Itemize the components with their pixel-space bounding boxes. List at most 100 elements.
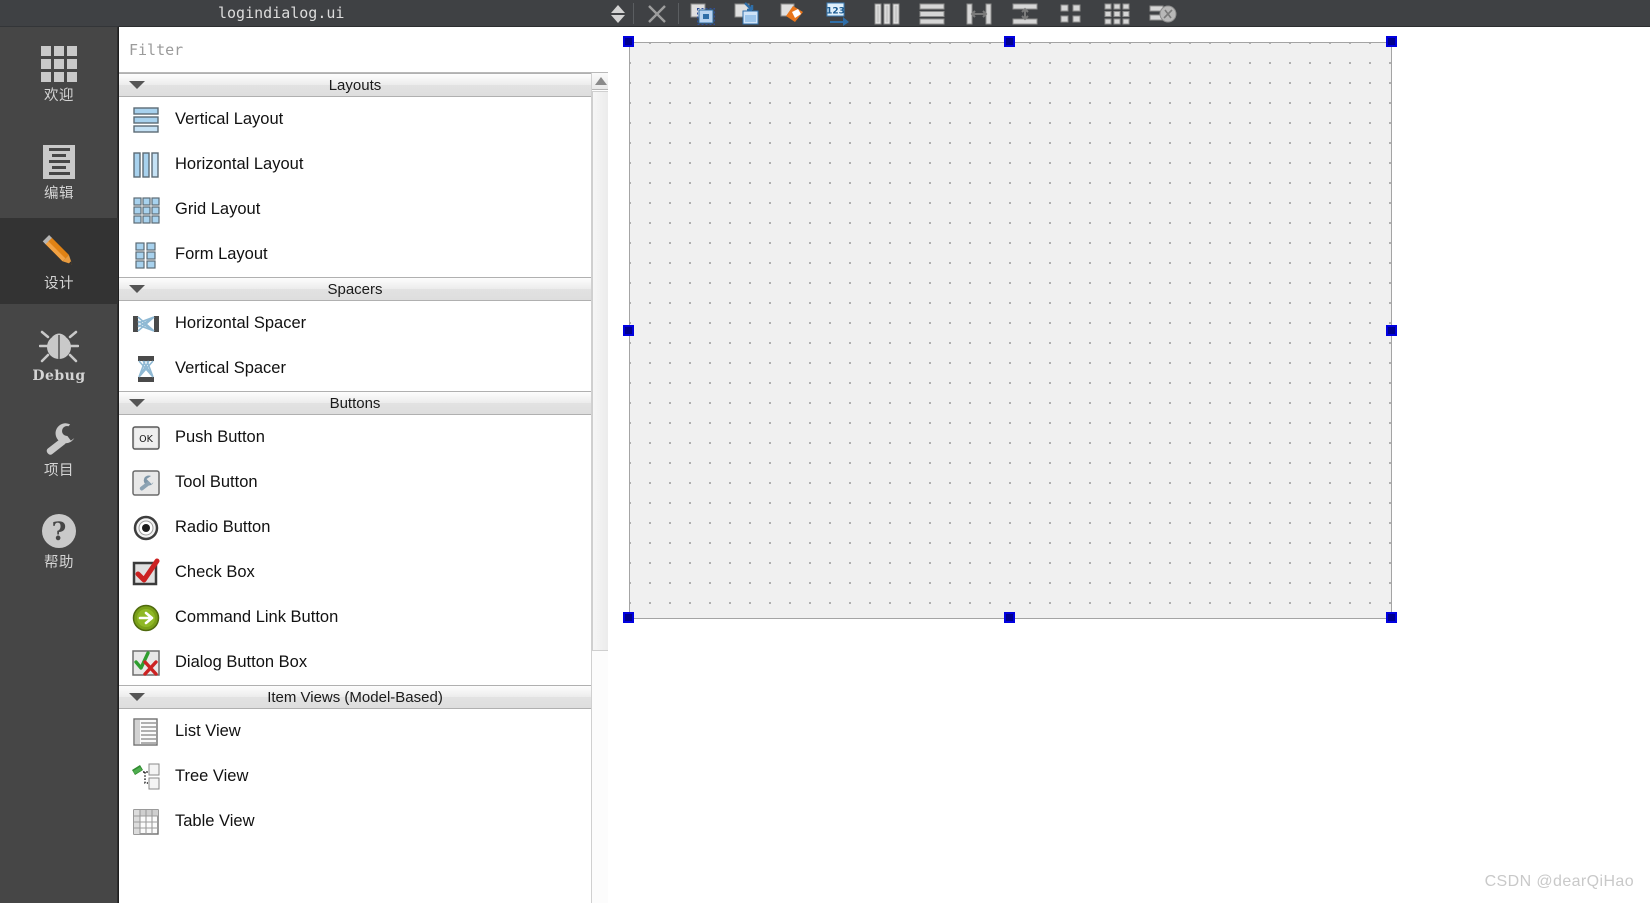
widget-item-vertical-layout[interactable]: Vertical Layout <box>119 97 591 142</box>
table-view-icon <box>129 805 163 839</box>
sidebar-label-edit: 编辑 <box>44 185 74 202</box>
sidebar-item-design[interactable]: 设计 <box>0 218 118 304</box>
widget-item-label: Table View <box>175 812 255 830</box>
sidebar-item-welcome[interactable]: 欢迎 <box>0 30 118 115</box>
form-layout-icon <box>129 238 163 272</box>
grid-apps-icon <box>37 42 81 86</box>
layout-horizontally-icon[interactable] <box>868 0 906 27</box>
widget-item-grid-layout[interactable]: Grid Layout <box>119 187 591 232</box>
widget-item-horizontal-layout[interactable]: Horizontal Layout <box>119 142 591 187</box>
question-circle-icon: ? <box>37 509 81 553</box>
sidebar-item-projects[interactable]: 项目 <box>0 405 118 490</box>
bug-icon <box>37 322 81 366</box>
pencil-icon <box>37 230 81 274</box>
mode-bar-top-spacer <box>0 0 118 27</box>
widget-item-radio-button[interactable]: Radio Button <box>119 505 591 550</box>
widget-category-spacers[interactable]: Spacers <box>119 277 591 301</box>
layout-horizontal-splitter-icon[interactable] <box>960 0 998 27</box>
selection-handle-bottom-right[interactable] <box>1386 612 1397 623</box>
layout-vertically-icon[interactable] <box>913 0 951 27</box>
sidebar-item-debug[interactable]: Debug <box>0 310 118 395</box>
widget-category-buttons[interactable]: Buttons <box>119 391 591 415</box>
sidebar-label-welcome: 欢迎 <box>44 87 74 104</box>
chevron-up-icon <box>594 77 607 85</box>
edit-buddies-icon[interactable] <box>774 0 812 27</box>
check-box-icon <box>129 556 163 590</box>
widget-item-tree-view[interactable]: Tree View <box>119 754 591 799</box>
tree-view-icon <box>129 760 163 794</box>
widget-item-push-button[interactable]: OK Push Button <box>119 415 591 460</box>
selection-handle-middle-left[interactable] <box>623 325 634 336</box>
layout-grid-icon[interactable] <box>1098 0 1136 27</box>
widget-item-label: Form Layout <box>175 245 268 263</box>
widget-item-label: Grid Layout <box>175 200 261 218</box>
widget-item-table-view[interactable]: Table View <box>119 799 591 844</box>
widget-box-scrollbar[interactable] <box>591 73 609 903</box>
mode-selector-sidebar: 欢迎 编辑 设计 Debug 项目 ? 帮助 <box>0 0 118 903</box>
widget-item-command-link-button[interactable]: Command Link Button <box>119 595 591 640</box>
command-link-button-icon <box>129 601 163 635</box>
vertical-spacer-icon <box>129 352 163 386</box>
radio-button-icon <box>129 511 163 545</box>
widget-item-list-view[interactable]: List View <box>119 709 591 754</box>
widget-item-label: Push Button <box>175 428 265 446</box>
toolbar-separator-2 <box>678 3 679 24</box>
push-button-icon: OK <box>129 421 163 455</box>
document-lines-icon <box>37 140 81 184</box>
sidebar-item-help[interactable]: ? 帮助 <box>0 497 118 582</box>
form-editor-canvas[interactable] <box>608 27 1650 903</box>
widget-item-label: Horizontal Spacer <box>175 314 307 332</box>
sidebar-label-help: 帮助 <box>44 554 74 571</box>
widget-category-item-views[interactable]: Item Views (Model-Based) <box>119 685 591 709</box>
toolbar-separator-1 <box>633 3 634 24</box>
edit-tab-order-icon[interactable]: 123 <box>820 0 858 27</box>
spinner-up-arrow-icon <box>611 5 625 13</box>
widget-item-horizontal-spacer[interactable]: Horizontal Spacer <box>119 301 591 346</box>
widget-box-scroll-area: Layouts Vertical Layout Horizontal Layou… <box>119 73 609 903</box>
svg-text:?: ? <box>52 517 67 546</box>
selection-handle-top-center[interactable] <box>1004 36 1015 47</box>
search-input[interactable] <box>119 39 591 60</box>
form-widget[interactable] <box>629 42 1392 619</box>
widget-item-tool-button[interactable]: Tool Button <box>119 460 591 505</box>
widget-box-list: Layouts Vertical Layout Horizontal Layou… <box>119 73 591 844</box>
scrollbar-track[interactable] <box>592 91 609 903</box>
spinner-down-arrow-icon <box>611 15 625 23</box>
selection-handle-bottom-left[interactable] <box>623 612 634 623</box>
document-navigation-spinner[interactable] <box>608 2 628 26</box>
widget-category-label: Item Views (Model-Based) <box>267 688 443 706</box>
selection-handle-bottom-center[interactable] <box>1004 612 1015 623</box>
document-title: logindialog.ui <box>218 4 345 22</box>
widget-item-vertical-spacer[interactable]: Vertical Spacer <box>119 346 591 391</box>
widget-item-label: Command Link Button <box>175 608 339 626</box>
widget-item-label: Vertical Spacer <box>175 359 286 377</box>
close-icon <box>648 4 666 23</box>
scrollbar-up-button[interactable] <box>592 73 609 90</box>
break-layout-icon[interactable] <box>1144 0 1182 27</box>
edit-signals-slots-icon[interactable] <box>728 0 766 27</box>
selection-handle-top-left[interactable] <box>623 36 634 47</box>
layout-form-icon[interactable] <box>1052 0 1090 27</box>
layout-vertical-splitter-icon[interactable] <box>1006 0 1044 27</box>
widget-category-layouts[interactable]: Layouts <box>119 73 591 97</box>
selection-handle-middle-right[interactable] <box>1386 325 1397 336</box>
sidebar-item-edit[interactable]: 编辑 <box>0 128 118 213</box>
widget-item-check-box[interactable]: Check Box <box>119 550 591 595</box>
widget-item-dialog-button-box[interactable]: Dialog Button Box <box>119 640 591 685</box>
widget-item-label: Radio Button <box>175 518 271 536</box>
close-document-button[interactable] <box>640 0 674 27</box>
wrench-icon <box>37 417 81 461</box>
widget-item-label: List View <box>175 722 241 740</box>
horizontal-layout-icon <box>129 148 163 182</box>
widget-item-label: Tree View <box>175 767 249 785</box>
svg-text:OK: OK <box>139 434 153 445</box>
widget-category-label: Layouts <box>328 76 382 94</box>
vertical-layout-icon <box>129 103 163 137</box>
chevron-down-icon <box>129 693 145 701</box>
widget-item-form-layout[interactable]: Form Layout <box>119 232 591 277</box>
scrollbar-thumb[interactable] <box>592 91 609 651</box>
tool-button-icon <box>129 466 163 500</box>
edit-widgets-icon[interactable] <box>684 0 722 27</box>
widget-item-label: Check Box <box>175 563 255 581</box>
selection-handle-top-right[interactable] <box>1386 36 1397 47</box>
